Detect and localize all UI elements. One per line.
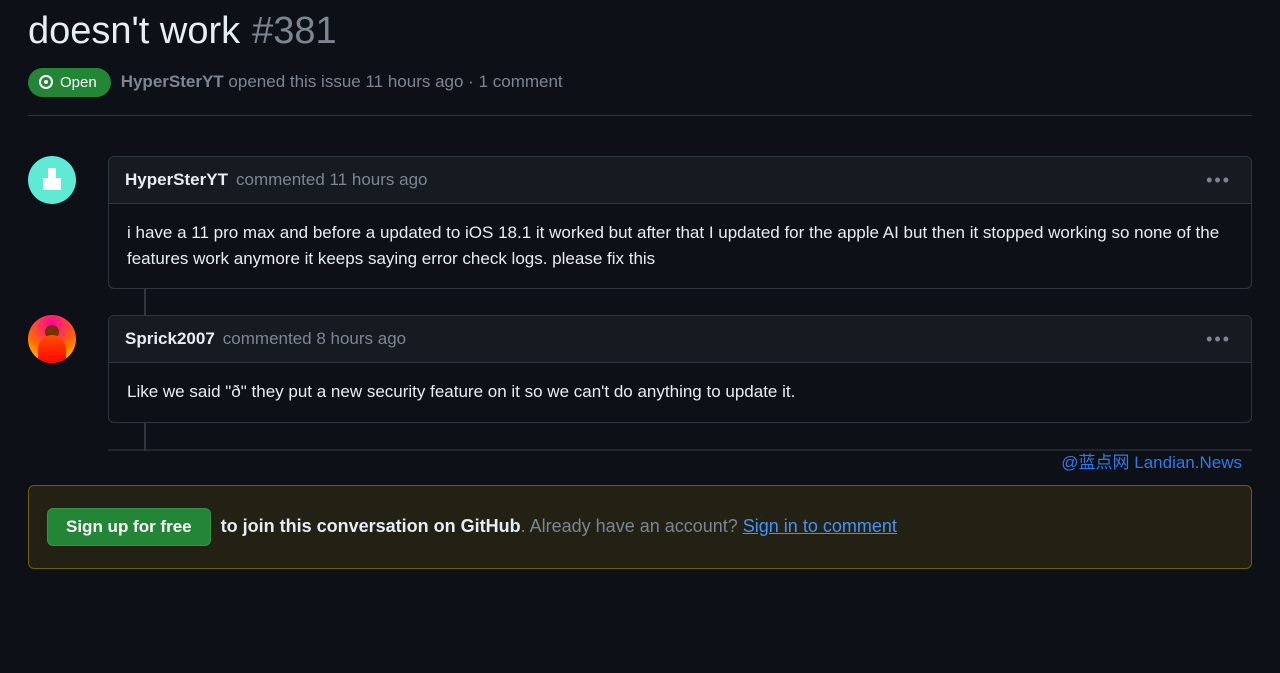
signin-link[interactable]: Sign in to comment xyxy=(743,516,897,536)
issue-author[interactable]: HyperSterYT xyxy=(121,72,224,91)
comment-box: Sprick2007 commented 8 hours ago ••• Lik… xyxy=(108,315,1252,422)
avatar[interactable] xyxy=(28,156,76,204)
issue-title: doesn't work xyxy=(28,8,240,56)
header-divider xyxy=(28,115,1252,116)
signup-banner: Sign up for free to join this conversati… xyxy=(28,485,1252,569)
issue-comment-count: 1 comment xyxy=(479,72,563,91)
issue-state-label: Open xyxy=(60,74,97,91)
issue-opened-ago: opened this issue 11 hours ago xyxy=(228,72,463,91)
comment-item: Sprick2007 commented 8 hours ago ••• Lik… xyxy=(108,315,1252,422)
comment-timestamp[interactable]: commented 8 hours ago xyxy=(223,329,406,349)
comment-actions-menu[interactable]: ••• xyxy=(1202,167,1235,193)
comment-body: Like we said "ð" they put a new security… xyxy=(109,363,1251,421)
comment-item: HyperSterYT commented 11 hours ago ••• i… xyxy=(108,156,1252,290)
comment-actions-menu[interactable]: ••• xyxy=(1202,326,1235,352)
comment-author[interactable]: HyperSterYT xyxy=(125,170,228,190)
issue-number: #381 xyxy=(252,10,337,53)
timeline-end-divider xyxy=(108,449,1252,451)
signup-join-text: to join this conversation on GitHub xyxy=(221,516,521,536)
comment-author[interactable]: Sprick2007 xyxy=(125,329,215,349)
avatar[interactable] xyxy=(28,315,76,363)
timeline: HyperSterYT commented 11 hours ago ••• i… xyxy=(28,156,1252,451)
comment-box: HyperSterYT commented 11 hours ago ••• i… xyxy=(108,156,1252,290)
issue-header: doesn't work #381 Open HyperSterYT opene… xyxy=(28,0,1252,97)
signup-button[interactable]: Sign up for free xyxy=(47,508,211,546)
comment-body: i have a 11 pro max and before a updated… xyxy=(109,204,1251,289)
signup-already-text: . Already have an account? xyxy=(521,516,743,536)
issue-open-icon xyxy=(38,74,54,90)
issue-meta: HyperSterYT opened this issue 11 hours a… xyxy=(121,72,563,92)
issue-state-badge: Open xyxy=(28,68,111,97)
comment-timestamp[interactable]: commented 11 hours ago xyxy=(236,170,428,190)
